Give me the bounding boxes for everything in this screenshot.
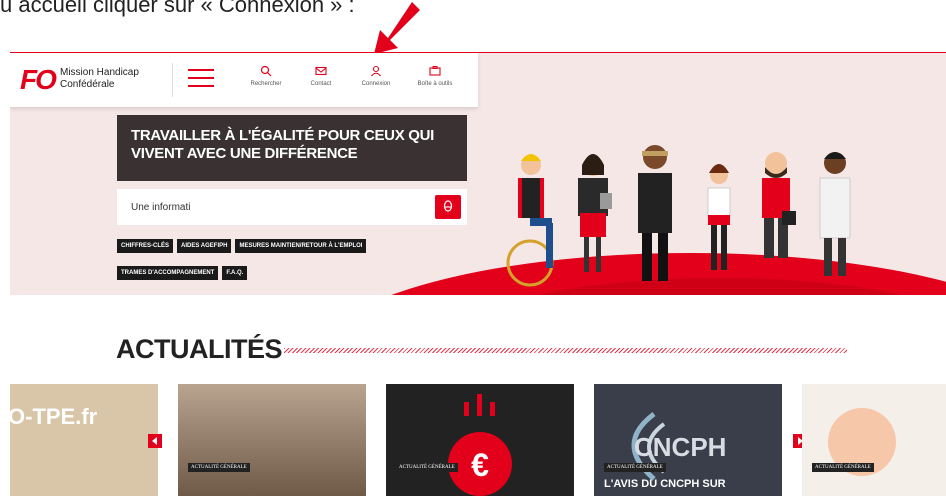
news-section-title: ACTUALITÉS — [116, 334, 283, 364]
news-card-2[interactable]: ACTUALITÉ GÉNÉRALE — [178, 384, 366, 496]
user-icon — [371, 65, 381, 77]
hero-illustration — [506, 145, 851, 287]
euro-coin-icon: € — [448, 394, 512, 496]
tag-chiffres-cles[interactable]: CHIFFRES-CLÉS — [117, 239, 173, 253]
menu-burger-icon[interactable] — [188, 69, 214, 89]
news-card-3[interactable]: € ACTUALITÉ GÉNÉRALE — [386, 384, 574, 496]
news-card-1[interactable]: O-TPE.fr — [10, 384, 158, 496]
brand-line-2: Confédérale — [60, 79, 115, 90]
news-title-decoration — [284, 348, 847, 353]
header-divider — [172, 63, 173, 97]
fo-logo[interactable]: FO — [20, 64, 57, 96]
person-tall — [638, 145, 672, 281]
person-tablet — [578, 154, 612, 272]
search-submit-button[interactable] — [435, 195, 461, 219]
card-4-image-text: CNCPH — [634, 432, 727, 462]
hero-title-line-2: VIVENT AVEC UNE DIFFÉRENCE — [131, 145, 358, 162]
nav-search-label: Rechercher — [250, 81, 282, 87]
screenshot-page: u accueil cliquer sur « Connexion » : FO… — [0, 0, 946, 496]
nav-contact-label: Contact — [310, 81, 332, 87]
card-1-image-text: O-TPE.fr — [10, 404, 98, 429]
nav-toolbox-label: Boîte à outils — [417, 81, 453, 87]
svg-text:€: € — [471, 447, 489, 483]
instruction-text: u accueil cliquer sur « Connexion » : — [0, 0, 355, 17]
tag-aides-agefiph[interactable]: AIDES AGEFIPH — [177, 239, 232, 253]
tag-mesures-maintien[interactable]: MESURES MAINTIEN/RETOUR À L'EMPLOI — [235, 239, 367, 253]
red-arrow-icon — [374, 2, 420, 54]
person-skirt — [707, 164, 731, 270]
quick-links: CHIFFRES-CLÉS AIDES AGEFIPH MESURES MAINTI… — [117, 234, 477, 288]
person-bag — [762, 152, 796, 258]
chevron-left-icon — [152, 437, 157, 445]
hero-title-line-1: TRAVAILLER À L'ÉGALITÉ POUR CEUX QUI — [131, 127, 435, 144]
card-5-badge: ACTUALITÉ GÉNÉRALE — [812, 463, 874, 472]
person-wheelchair — [506, 154, 554, 287]
news-carousel: O-TPE.fr ACTUALITÉ GÉNÉRALE € ACTUALITÉ … — [10, 384, 946, 496]
hero-title: TRAVAILLER À L'ÉGALITÉ POUR CEUX QUI VIV… — [117, 115, 467, 181]
card-5-logo-icon — [828, 408, 896, 476]
card-3-badge: ACTUALITÉ GÉNÉRALE — [396, 463, 458, 472]
toolbox-icon — [429, 66, 441, 76]
hero-banner: FO Mission Handicap Confédérale Recherch… — [10, 53, 946, 295]
news-card-5[interactable]: ACTUALITÉ GÉNÉRALE — [802, 384, 946, 496]
card-4-badge: ACTUALITÉ GÉNÉRALE — [604, 463, 666, 472]
search-input[interactable] — [117, 189, 427, 225]
tag-faq[interactable]: F.A.Q. — [222, 266, 248, 280]
nav-search[interactable]: Rechercher — [236, 65, 296, 87]
nav-connexion[interactable]: Connexion — [346, 65, 406, 87]
nav-contact[interactable]: Contact — [291, 65, 351, 87]
nav-toolbox[interactable]: Boîte à outils — [405, 65, 465, 87]
mail-icon — [315, 66, 327, 76]
person-doctor — [819, 152, 851, 276]
search-button-icon — [443, 200, 453, 212]
carousel-prev-button[interactable] — [148, 434, 162, 448]
card-2-badge: ACTUALITÉ GÉNÉRALE — [188, 463, 250, 472]
website: FO Mission Handicap Confédérale Recherch… — [10, 52, 946, 496]
site-header: FO Mission Handicap Confédérale Recherch… — [10, 53, 478, 107]
news-card-4[interactable]: CNCPH ACTUALITÉ GÉNÉRALE L'AVIS DU CNCPH… — [594, 384, 782, 496]
brand-name[interactable]: Mission Handicap Confédérale — [60, 67, 139, 91]
hero-search — [117, 189, 467, 225]
nav-connexion-label: Connexion — [361, 81, 391, 87]
search-icon — [260, 65, 272, 77]
tag-trames-accompagnement[interactable]: TRAMES D'ACCOMPAGNEMENT — [117, 266, 219, 280]
brand-line-1: Mission Handicap — [60, 67, 139, 78]
card-4-headline: L'AVIS DU CNCPH SUR — [604, 478, 726, 490]
